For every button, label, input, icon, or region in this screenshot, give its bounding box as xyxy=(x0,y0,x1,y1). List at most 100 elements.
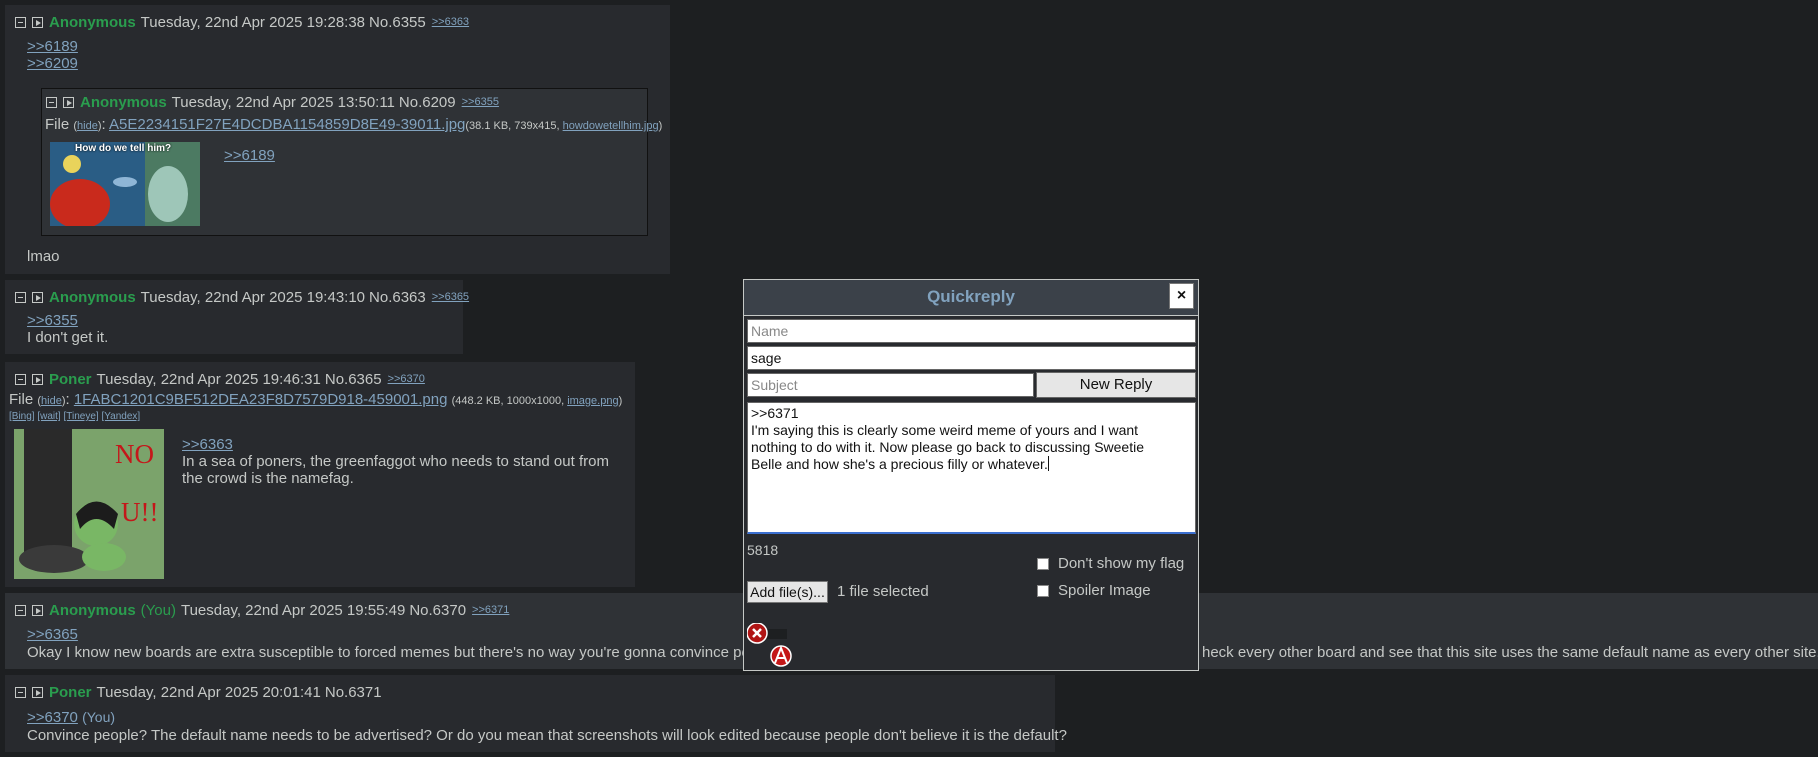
name-field[interactable] xyxy=(747,319,1196,343)
no-flag-checkbox[interactable] xyxy=(1037,557,1049,570)
post-date: Tuesday, 22nd Apr 2025 19:28:38 xyxy=(140,13,366,31)
new-reply-button[interactable]: New Reply xyxy=(1036,372,1196,398)
hide-file-link[interactable]: hide xyxy=(41,395,62,407)
file-thumbnail[interactable]: NO U!! xyxy=(14,429,164,579)
post-menu-icon[interactable] xyxy=(32,16,43,28)
post-date: Tuesday, 22nd Apr 2025 19:46:31 xyxy=(96,370,321,388)
quote-link[interactable]: >>6365 xyxy=(27,626,78,643)
post-header: Anonymous Tuesday, 22nd Apr 2025 19:28:3… xyxy=(15,12,469,32)
hide-post-icon[interactable] xyxy=(15,16,26,28)
backlink[interactable]: >>6371 xyxy=(472,604,509,616)
you-tag: (You) xyxy=(140,601,176,619)
quote-link[interactable]: >>6370 xyxy=(27,709,78,726)
file-info: File (hide): 1FABC1201C9BF512DEA23F8D757… xyxy=(9,391,623,408)
spoiler-label: Spoiler Image xyxy=(1058,582,1151,599)
hide-file-link[interactable]: hide xyxy=(77,120,98,132)
file-link[interactable]: 1FABC1201C9BF512DEA23F8D7579D918-459001.… xyxy=(74,391,448,408)
post-number[interactable]: No.6209 xyxy=(399,94,456,111)
search-yandex-link[interactable]: [Yandex] xyxy=(101,411,140,422)
backlink[interactable]: >>6370 xyxy=(388,373,425,385)
quickreply-title: Quickreply xyxy=(927,287,1015,306)
message-text: >>6371 I'm saying this is clearly some w… xyxy=(751,405,1145,472)
file-link[interactable]: A5E2234151F27E4DCDBA1154859D8E49-39011.j… xyxy=(109,116,465,133)
backlink[interactable]: >>6365 xyxy=(432,291,469,303)
spoiler-checkbox-row[interactable]: Spoiler Image xyxy=(1037,582,1151,599)
backlink[interactable]: >>6363 xyxy=(432,16,469,28)
quote-link[interactable]: >>6189 xyxy=(27,38,78,55)
post-menu-icon[interactable] xyxy=(32,686,43,698)
selected-file-preview xyxy=(746,622,797,667)
message-textarea[interactable]: >>6371 I'm saying this is clearly some w… xyxy=(747,402,1196,534)
search-wait-link[interactable]: [wait] xyxy=(37,411,60,422)
post-menu-icon[interactable] xyxy=(32,373,43,385)
quote-link[interactable]: >>6209 xyxy=(27,55,78,72)
text-caret xyxy=(1047,456,1049,471)
post-6371: Poner Tuesday, 22nd Apr 2025 20:01:41 No… xyxy=(5,675,1067,752)
poster-name: Anonymous xyxy=(49,288,136,306)
email-field[interactable] xyxy=(747,346,1196,370)
original-filename-link[interactable]: howdowetellhim.jpg xyxy=(563,120,659,132)
hide-post-icon[interactable] xyxy=(15,604,26,616)
post-header: Anonymous Tuesday, 22nd Apr 2025 19:43:1… xyxy=(15,287,469,307)
post-number[interactable]: No.6355 xyxy=(369,14,426,31)
quote-link[interactable]: >>6189 xyxy=(224,147,275,164)
no-flag-checkbox-row[interactable]: Don't show my flag xyxy=(1037,555,1184,572)
post-header: Anonymous (You) Tuesday, 22nd Apr 2025 1… xyxy=(15,600,509,620)
post-date: Tuesday, 22nd Apr 2025 13:50:11 xyxy=(171,93,395,111)
post-text-line: In a sea of poners, the greenfaggot who … xyxy=(182,453,609,470)
post-date: Tuesday, 22nd Apr 2025 19:43:10 xyxy=(140,288,366,306)
post-header: Anonymous Tuesday, 22nd Apr 2025 13:50:1… xyxy=(46,92,499,112)
post-number[interactable]: No.6371 xyxy=(325,684,382,701)
poster-name: Anonymous xyxy=(49,601,136,619)
post-date: Tuesday, 22nd Apr 2025 19:55:49 xyxy=(180,601,406,619)
post-header: Poner Tuesday, 22nd Apr 2025 20:01:41 No… xyxy=(15,682,382,702)
quote-line: >>6370 (You) xyxy=(27,709,115,726)
post-menu-icon[interactable] xyxy=(63,96,74,108)
post-6365: Poner Tuesday, 22nd Apr 2025 19:46:31 No… xyxy=(5,362,635,587)
character-counter: 5818 xyxy=(747,542,779,558)
thumbnail-text-u: U!! xyxy=(121,497,159,527)
original-filename-link[interactable]: image.png xyxy=(567,395,618,407)
hide-post-icon[interactable] xyxy=(46,96,57,108)
anarchy-icon xyxy=(770,645,792,667)
search-bing-link[interactable]: [Bing] xyxy=(9,411,35,422)
subject-field[interactable] xyxy=(747,373,1034,397)
quickreply-titlebar[interactable]: Quickreply xyxy=(744,280,1198,316)
hide-post-icon[interactable] xyxy=(15,686,26,698)
post-header: Poner Tuesday, 22nd Apr 2025 19:46:31 No… xyxy=(15,369,425,389)
backlink[interactable]: >>6355 xyxy=(462,96,499,108)
hide-post-icon[interactable] xyxy=(15,373,26,385)
poster-name: Anonymous xyxy=(49,13,136,31)
poster-name: Poner xyxy=(49,370,92,388)
image-search-links: [Bing] [wait] [Tineye] [Yandex] xyxy=(9,411,140,422)
inline-post-6209: Anonymous Tuesday, 22nd Apr 2025 13:50:1… xyxy=(41,88,662,236)
file-thumbnail[interactable]: How do we tell him? xyxy=(50,142,200,226)
spoiler-checkbox[interactable] xyxy=(1037,584,1049,597)
search-tineye-link[interactable]: [Tineye] xyxy=(63,411,98,422)
close-button[interactable]: × xyxy=(1169,283,1194,309)
hide-post-icon[interactable] xyxy=(15,291,26,303)
quickreply-window[interactable]: Quickreply × New Reply >>6371 I'm saying… xyxy=(743,279,1199,671)
quote-link[interactable]: >>6355 xyxy=(27,312,78,329)
post-text-right: heck every other board and see that this… xyxy=(1202,644,1818,661)
post-menu-icon[interactable] xyxy=(32,604,43,616)
file-info: File (hide): A5E2234151F27E4DCDBA1154859… xyxy=(45,116,663,133)
post-menu-icon[interactable] xyxy=(32,291,43,303)
quote-link[interactable]: >>6363 xyxy=(182,436,233,453)
poster-name: Poner xyxy=(49,683,92,701)
post-text-line: the crowd is the namefag. xyxy=(182,470,354,487)
thumbnail-text-no: NO xyxy=(115,439,154,469)
post-number[interactable]: No.6365 xyxy=(325,371,382,388)
add-file-button[interactable]: Add file(s)... xyxy=(747,581,828,603)
post-date: Tuesday, 22nd Apr 2025 20:01:41 xyxy=(96,683,321,701)
files-selected-text: 1 file selected xyxy=(837,583,929,600)
no-flag-label: Don't show my flag xyxy=(1058,555,1185,572)
remove-file-icon[interactable] xyxy=(746,622,768,644)
you-tag: (You) xyxy=(82,709,116,725)
post-text-left: Okay I know new boards are extra suscept… xyxy=(27,644,767,661)
post-number[interactable]: No.6370 xyxy=(409,602,466,619)
post-text: lmao xyxy=(27,248,60,265)
post-number[interactable]: No.6363 xyxy=(369,289,426,306)
post-text: I don't get it. xyxy=(27,329,109,346)
thumbnail-image xyxy=(50,142,200,226)
